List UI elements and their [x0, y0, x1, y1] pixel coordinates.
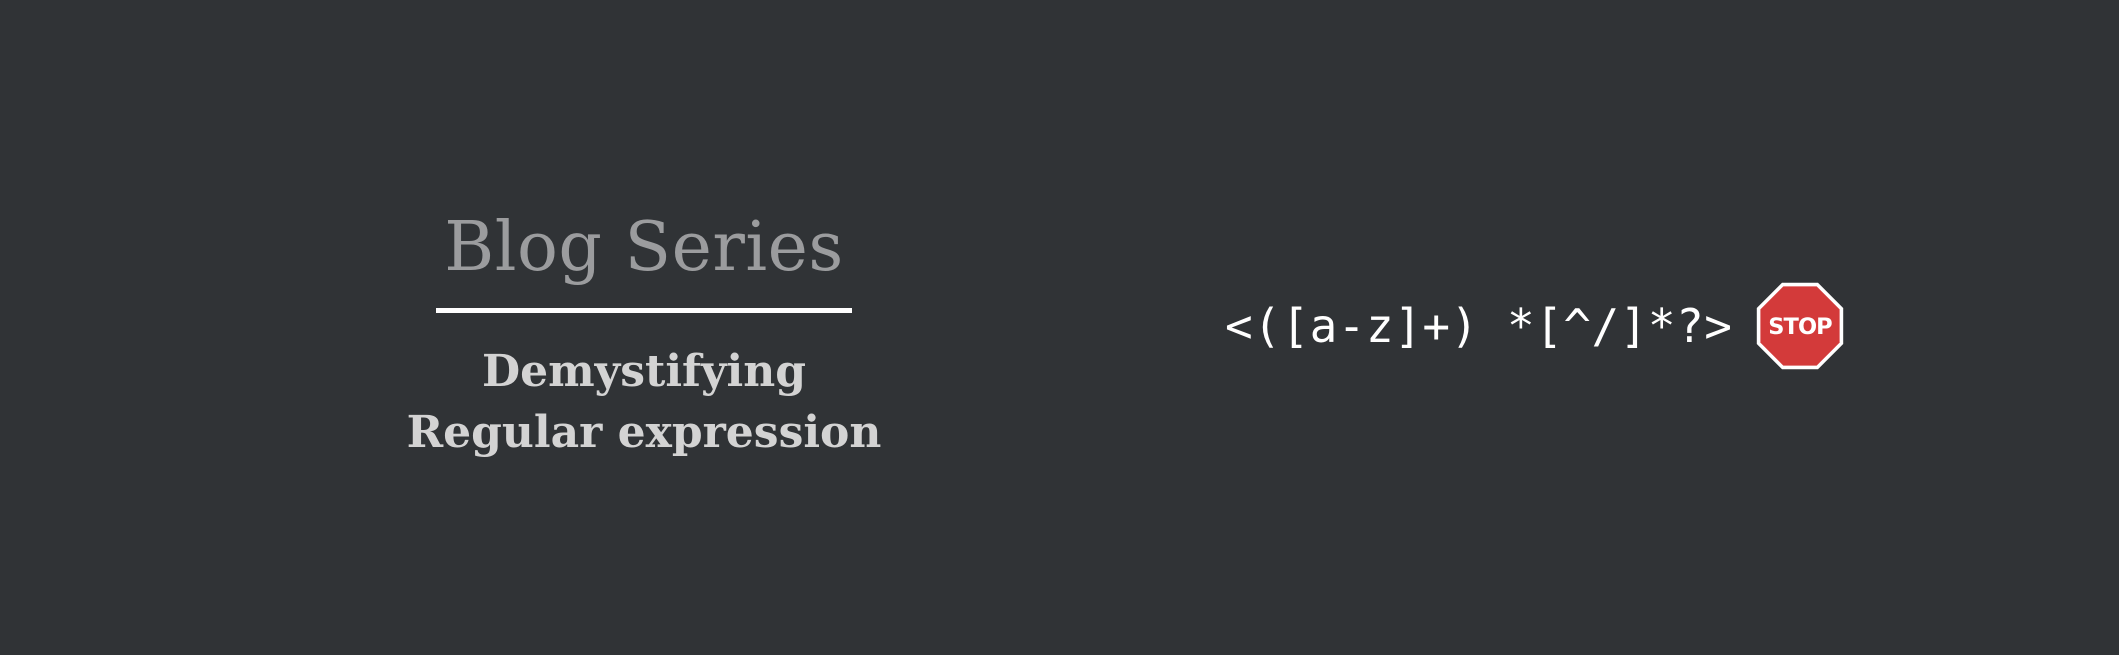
- stop-sign-label: STOP: [1768, 314, 1832, 340]
- series-heading-block: Blog Series Demystifying Regular express…: [380, 200, 908, 463]
- blog-banner: Blog Series Demystifying Regular express…: [0, 0, 2119, 655]
- regex-pattern: <([a-z]+) *[^/]*?>: [1225, 299, 1733, 353]
- stop-sign-icon: STOP: [1755, 281, 1845, 371]
- series-subtitle: Demystifying Regular expression: [380, 341, 908, 463]
- subtitle-line-1: Demystifying: [481, 346, 807, 397]
- title-divider: [436, 308, 852, 313]
- series-title: Blog Series: [444, 208, 844, 287]
- regex-illustration: <([a-z]+) *[^/]*?> STOP: [1225, 278, 1845, 374]
- subtitle-line-2: Regular expression: [406, 407, 882, 458]
